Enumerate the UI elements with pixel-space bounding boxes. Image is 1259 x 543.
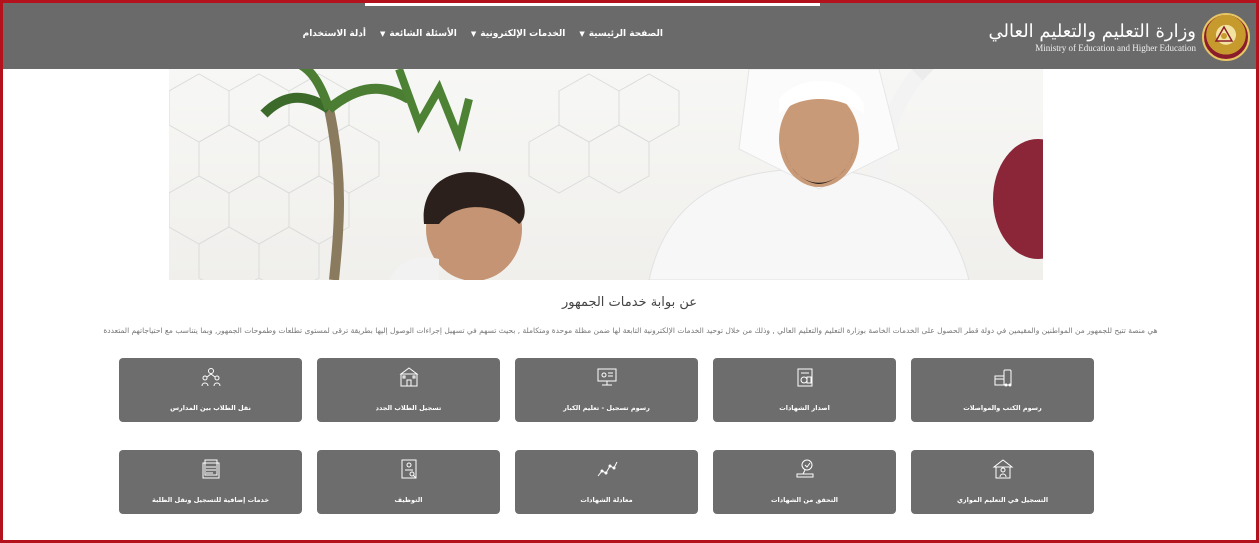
service-tile-verify-certificates[interactable]: التحقق من الشهادات xyxy=(713,450,896,514)
nav-label: أدلة الاستخدام xyxy=(302,29,366,39)
nav-faq[interactable]: الأسئلة الشائعة ▼ xyxy=(380,29,457,39)
service-label: اصدار الشهادات xyxy=(779,404,830,412)
main-nav: الصفحة الرئيسية ▼ الخدمات الإلكترونية ▼ … xyxy=(303,29,663,39)
service-tile-certificate-equivalency[interactable]: معادلة الشهادات xyxy=(515,450,698,514)
nav-home[interactable]: الصفحة الرئيسية ▼ xyxy=(579,29,663,39)
service-tile-books-transport-fees[interactable]: رسوم الكتب والمواصلات xyxy=(911,358,1094,422)
service-label: التحقق من الشهادات xyxy=(770,496,839,504)
service-label: نقل الطلاب بين المدارس xyxy=(170,404,251,412)
logo-english-text: Ministry of Education and Higher Educati… xyxy=(1035,43,1196,53)
nav-user-guides[interactable]: أدلة الاستخدام xyxy=(303,29,366,39)
hero-banner xyxy=(169,69,1043,280)
hero-boy-photo xyxy=(389,172,525,280)
computer-icon xyxy=(597,368,616,386)
top-header: وزارة التعليم والتعليم العالي Ministry o… xyxy=(3,3,1256,69)
nav-label: الصفحة الرئيسية xyxy=(588,29,663,39)
service-label: رسوم تسجيل - تعليم الكبار xyxy=(563,404,650,412)
service-label: رسوم الكتب والمواصلات xyxy=(963,404,1042,412)
hero-man-photo xyxy=(648,69,970,280)
stamp-icon xyxy=(796,459,813,478)
portal-description: هي منصة تتيح للجمهور من المواطنين والمقي… xyxy=(103,326,1158,335)
cv-search-icon xyxy=(401,459,416,479)
chevron-down-icon: ▼ xyxy=(379,30,386,38)
service-label: تسجيل الطلاب الجدد xyxy=(375,404,442,412)
service-tile-student-transfer[interactable]: نقل الطلاب بين المدارس xyxy=(119,358,302,422)
students-icon xyxy=(201,368,220,387)
nav-e-services[interactable]: الخدمات الإلكترونية ▼ xyxy=(471,29,565,39)
chevron-down-icon: ▼ xyxy=(579,30,585,38)
header-top-highlight xyxy=(365,3,820,6)
service-label: خدمات إضافية للتسجيل ونقل الطلبة xyxy=(152,496,269,504)
service-tile-issue-certificates[interactable]: اصدار الشهادات xyxy=(713,358,896,422)
certificate-icon xyxy=(797,368,812,387)
ministry-logo[interactable]: وزارة التعليم والتعليم العالي Ministry o… xyxy=(989,13,1250,61)
service-label: التوظيف xyxy=(394,496,423,504)
service-label: التسجيل في التعليم الموازي xyxy=(956,496,1049,504)
house-person-icon xyxy=(992,459,1013,479)
service-tile-adult-education-fees[interactable]: رسوم تسجيل - تعليم الكبار xyxy=(515,358,698,422)
service-label: معادلة الشهادات xyxy=(580,496,633,504)
document-stack-icon xyxy=(202,459,219,479)
service-tile-parallel-education[interactable]: التسجيل في التعليم الموازي xyxy=(911,450,1094,514)
nav-label: الخدمات الإلكترونية xyxy=(480,29,566,39)
service-tile-new-student-registration[interactable]: تسجيل الطلاب الجدد xyxy=(317,358,500,422)
page-title: عن بوابة خدمات الجمهور xyxy=(561,295,698,310)
logo-arabic-text: وزارة التعليم والتعليم العالي xyxy=(988,21,1196,42)
books-bus-icon xyxy=(994,369,1011,387)
chart-line-icon xyxy=(597,461,617,477)
school-icon xyxy=(399,367,418,387)
qatar-emblem-icon xyxy=(1202,13,1250,61)
page-frame: وزارة التعليم والتعليم العالي Ministry o… xyxy=(0,0,1259,543)
service-tile-additional-services[interactable]: خدمات إضافية للتسجيل ونقل الطلبة xyxy=(119,450,302,514)
nav-label: الأسئلة الشائعة xyxy=(389,29,457,39)
chevron-down-icon: ▼ xyxy=(470,30,477,38)
service-tile-employment[interactable]: التوظيف xyxy=(317,450,500,514)
